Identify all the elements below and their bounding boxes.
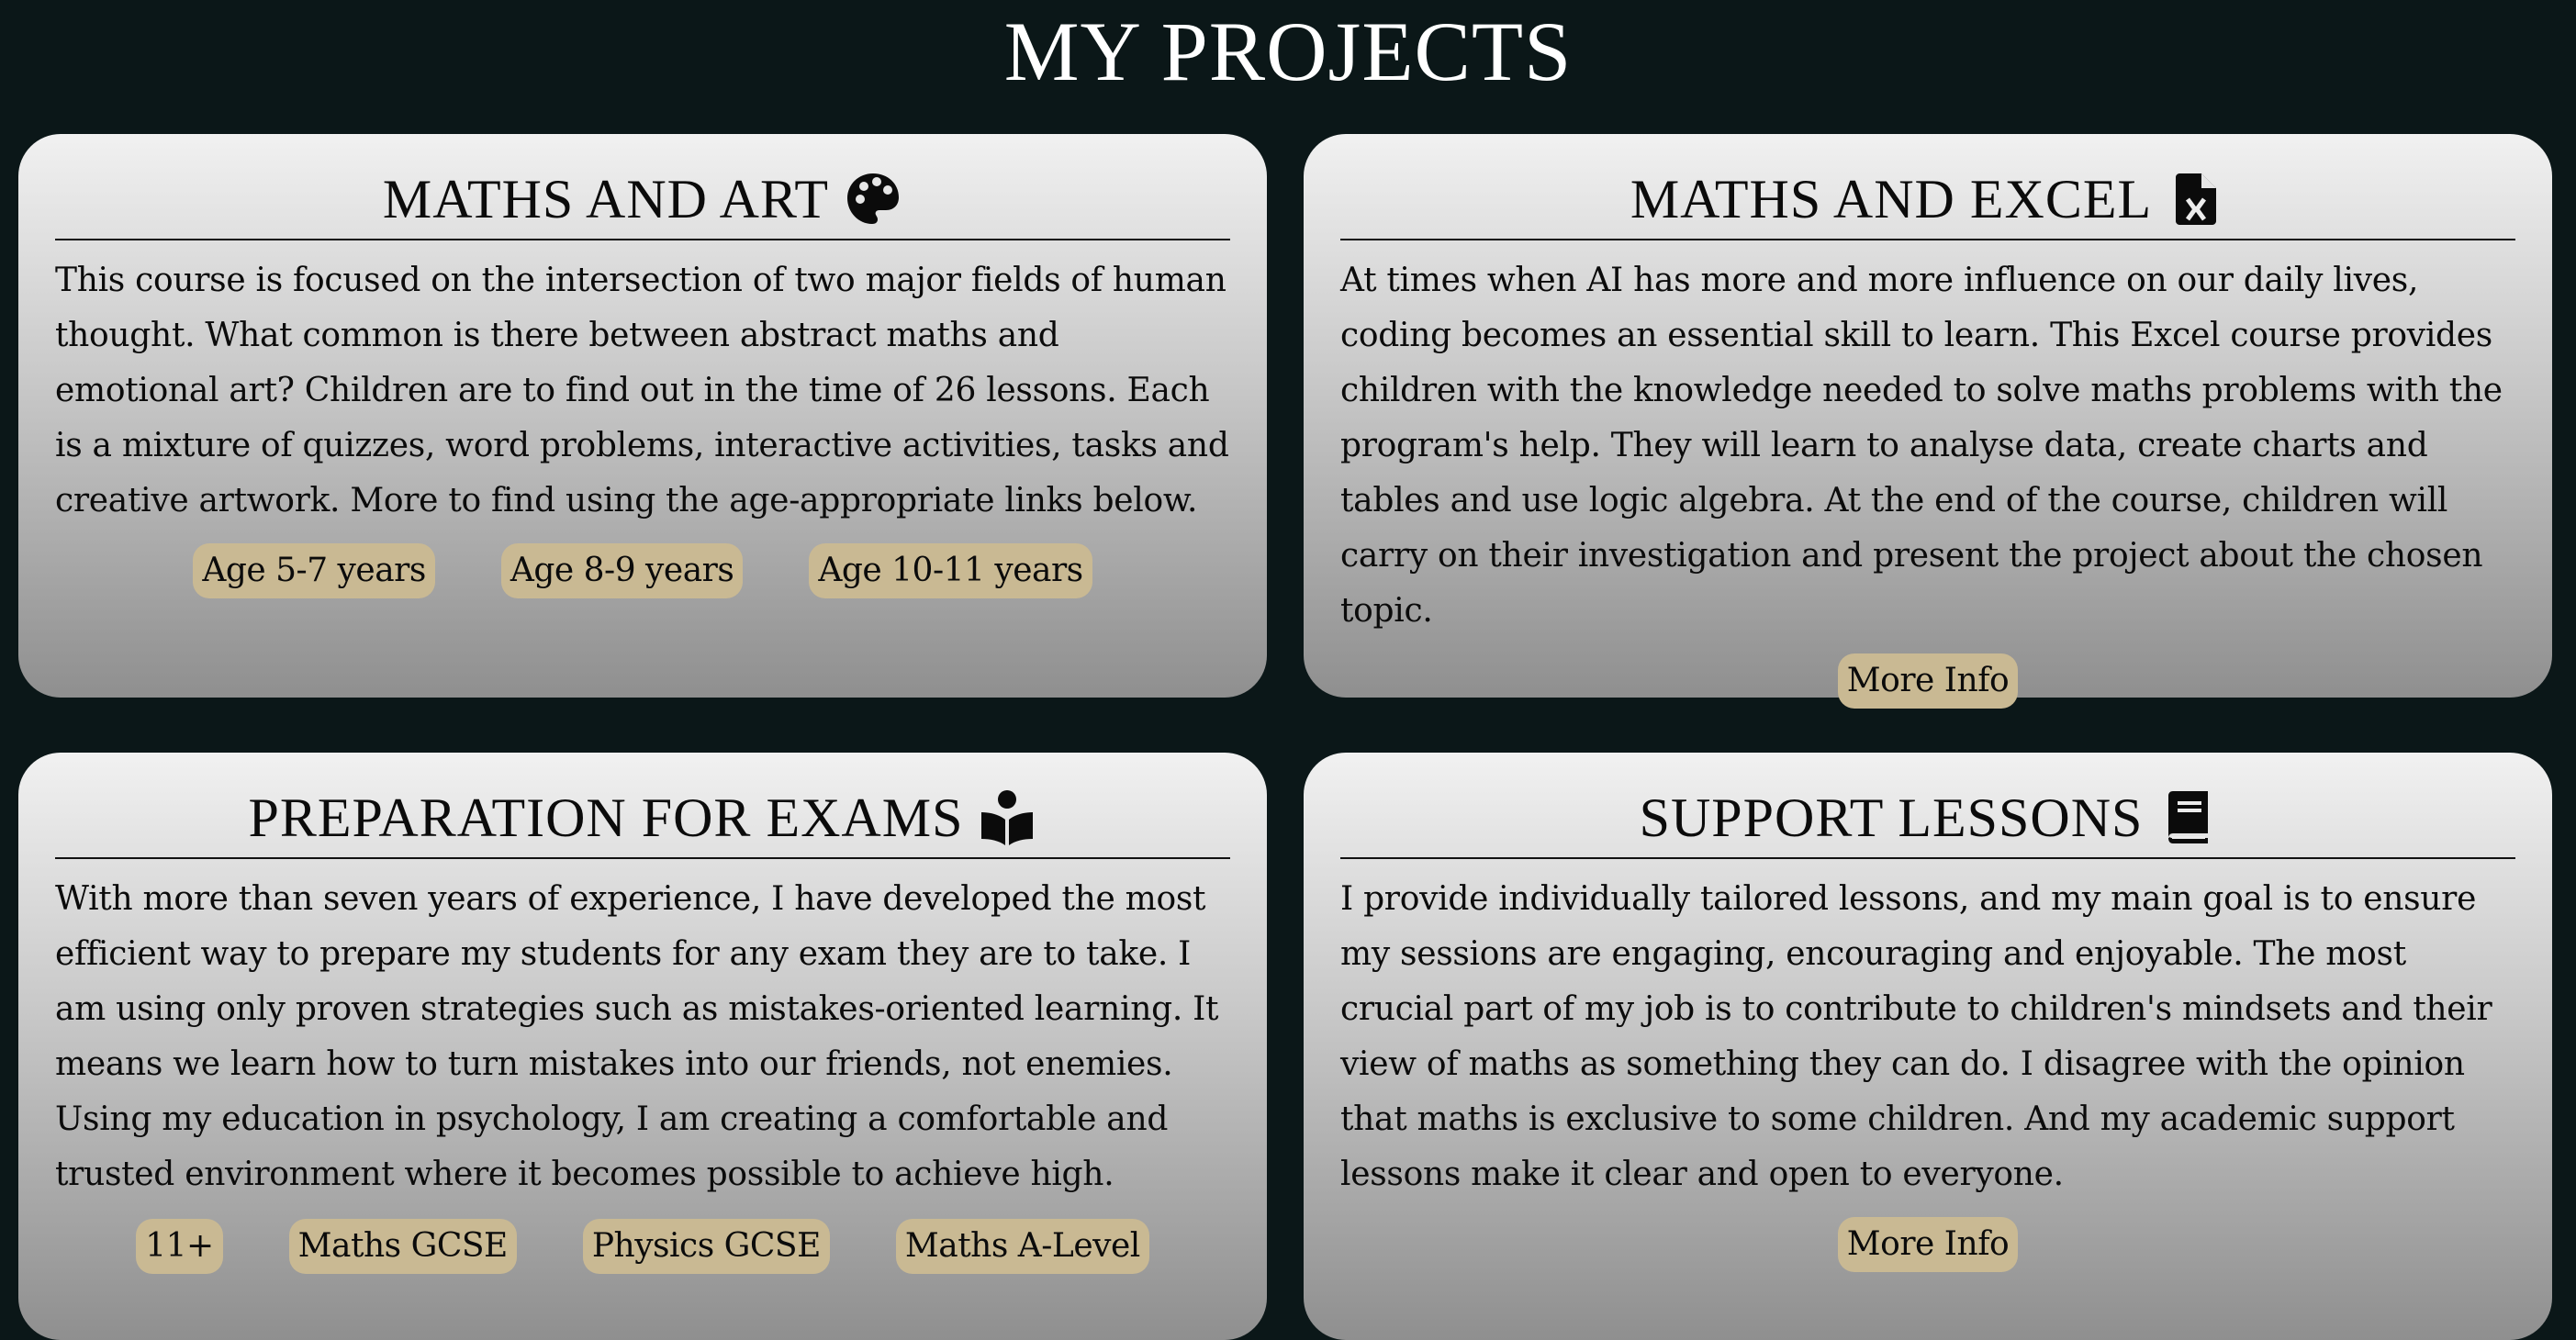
age-links: Age 5-7 years Age 8-9 years Age 10-11 ye… xyxy=(55,543,1230,598)
card-maths-and-art: MATHS AND ART This course is focused on … xyxy=(18,134,1267,698)
card-description: I provide individually tailored lessons,… xyxy=(1340,880,2492,1193)
maths-a-level-button[interactable]: Maths A-Level xyxy=(895,1219,1149,1274)
card-description: With more than seven years of experience… xyxy=(55,880,1219,1193)
age-8-9-button[interactable]: Age 8-9 years xyxy=(500,543,744,598)
more-info-button[interactable]: More Info xyxy=(1837,653,2019,709)
maths-gcse-button[interactable]: Maths GCSE xyxy=(288,1219,517,1274)
card-maths-and-excel: MATHS AND EXCEL At times when AI has mor… xyxy=(1304,134,2552,709)
card-support-lessons: SUPPORT LESSONS I provide individually t… xyxy=(1304,753,2552,1340)
card-title: PREPARATION FOR EXAMS xyxy=(248,787,964,848)
card-actions: More Info xyxy=(1340,1217,2515,1272)
card-header: PREPARATION FOR EXAMS xyxy=(55,753,1230,859)
more-info-button[interactable]: More Info xyxy=(1837,1217,2019,1272)
age-5-7-button[interactable]: Age 5-7 years xyxy=(193,543,435,598)
exam-links: 11+ Maths GCSE Physics GCSE Maths A-Leve… xyxy=(55,1219,1230,1274)
card-title: SUPPORT LESSONS xyxy=(1639,787,2144,848)
card-preparation-for-exams: PREPARATION FOR EXAMS With more than sev… xyxy=(18,753,1267,1340)
card-title: MATHS AND EXCEL xyxy=(1630,169,2153,229)
card-description: This course is focused on the intersecti… xyxy=(55,262,1229,519)
age-10-11-button[interactable]: Age 10-11 years xyxy=(809,543,1092,598)
eleven-plus-button[interactable]: 11+ xyxy=(136,1219,223,1274)
card-header: MATHS AND ART xyxy=(55,134,1230,240)
physics-gcse-button[interactable]: Physics GCSE xyxy=(582,1219,830,1274)
card-header: MATHS AND EXCEL xyxy=(1340,134,2515,240)
book-reader-icon xyxy=(978,788,1036,847)
book-icon xyxy=(2157,788,2216,847)
excel-file-icon xyxy=(2167,170,2225,229)
palette-icon xyxy=(844,170,902,229)
card-header: SUPPORT LESSONS xyxy=(1340,753,2515,859)
card-actions: More Info xyxy=(1340,653,2515,709)
card-description: At times when AI has more and more influ… xyxy=(1340,262,2503,630)
page-title: MY PROJECTS xyxy=(1003,5,1573,98)
card-title: MATHS AND ART xyxy=(382,169,830,229)
